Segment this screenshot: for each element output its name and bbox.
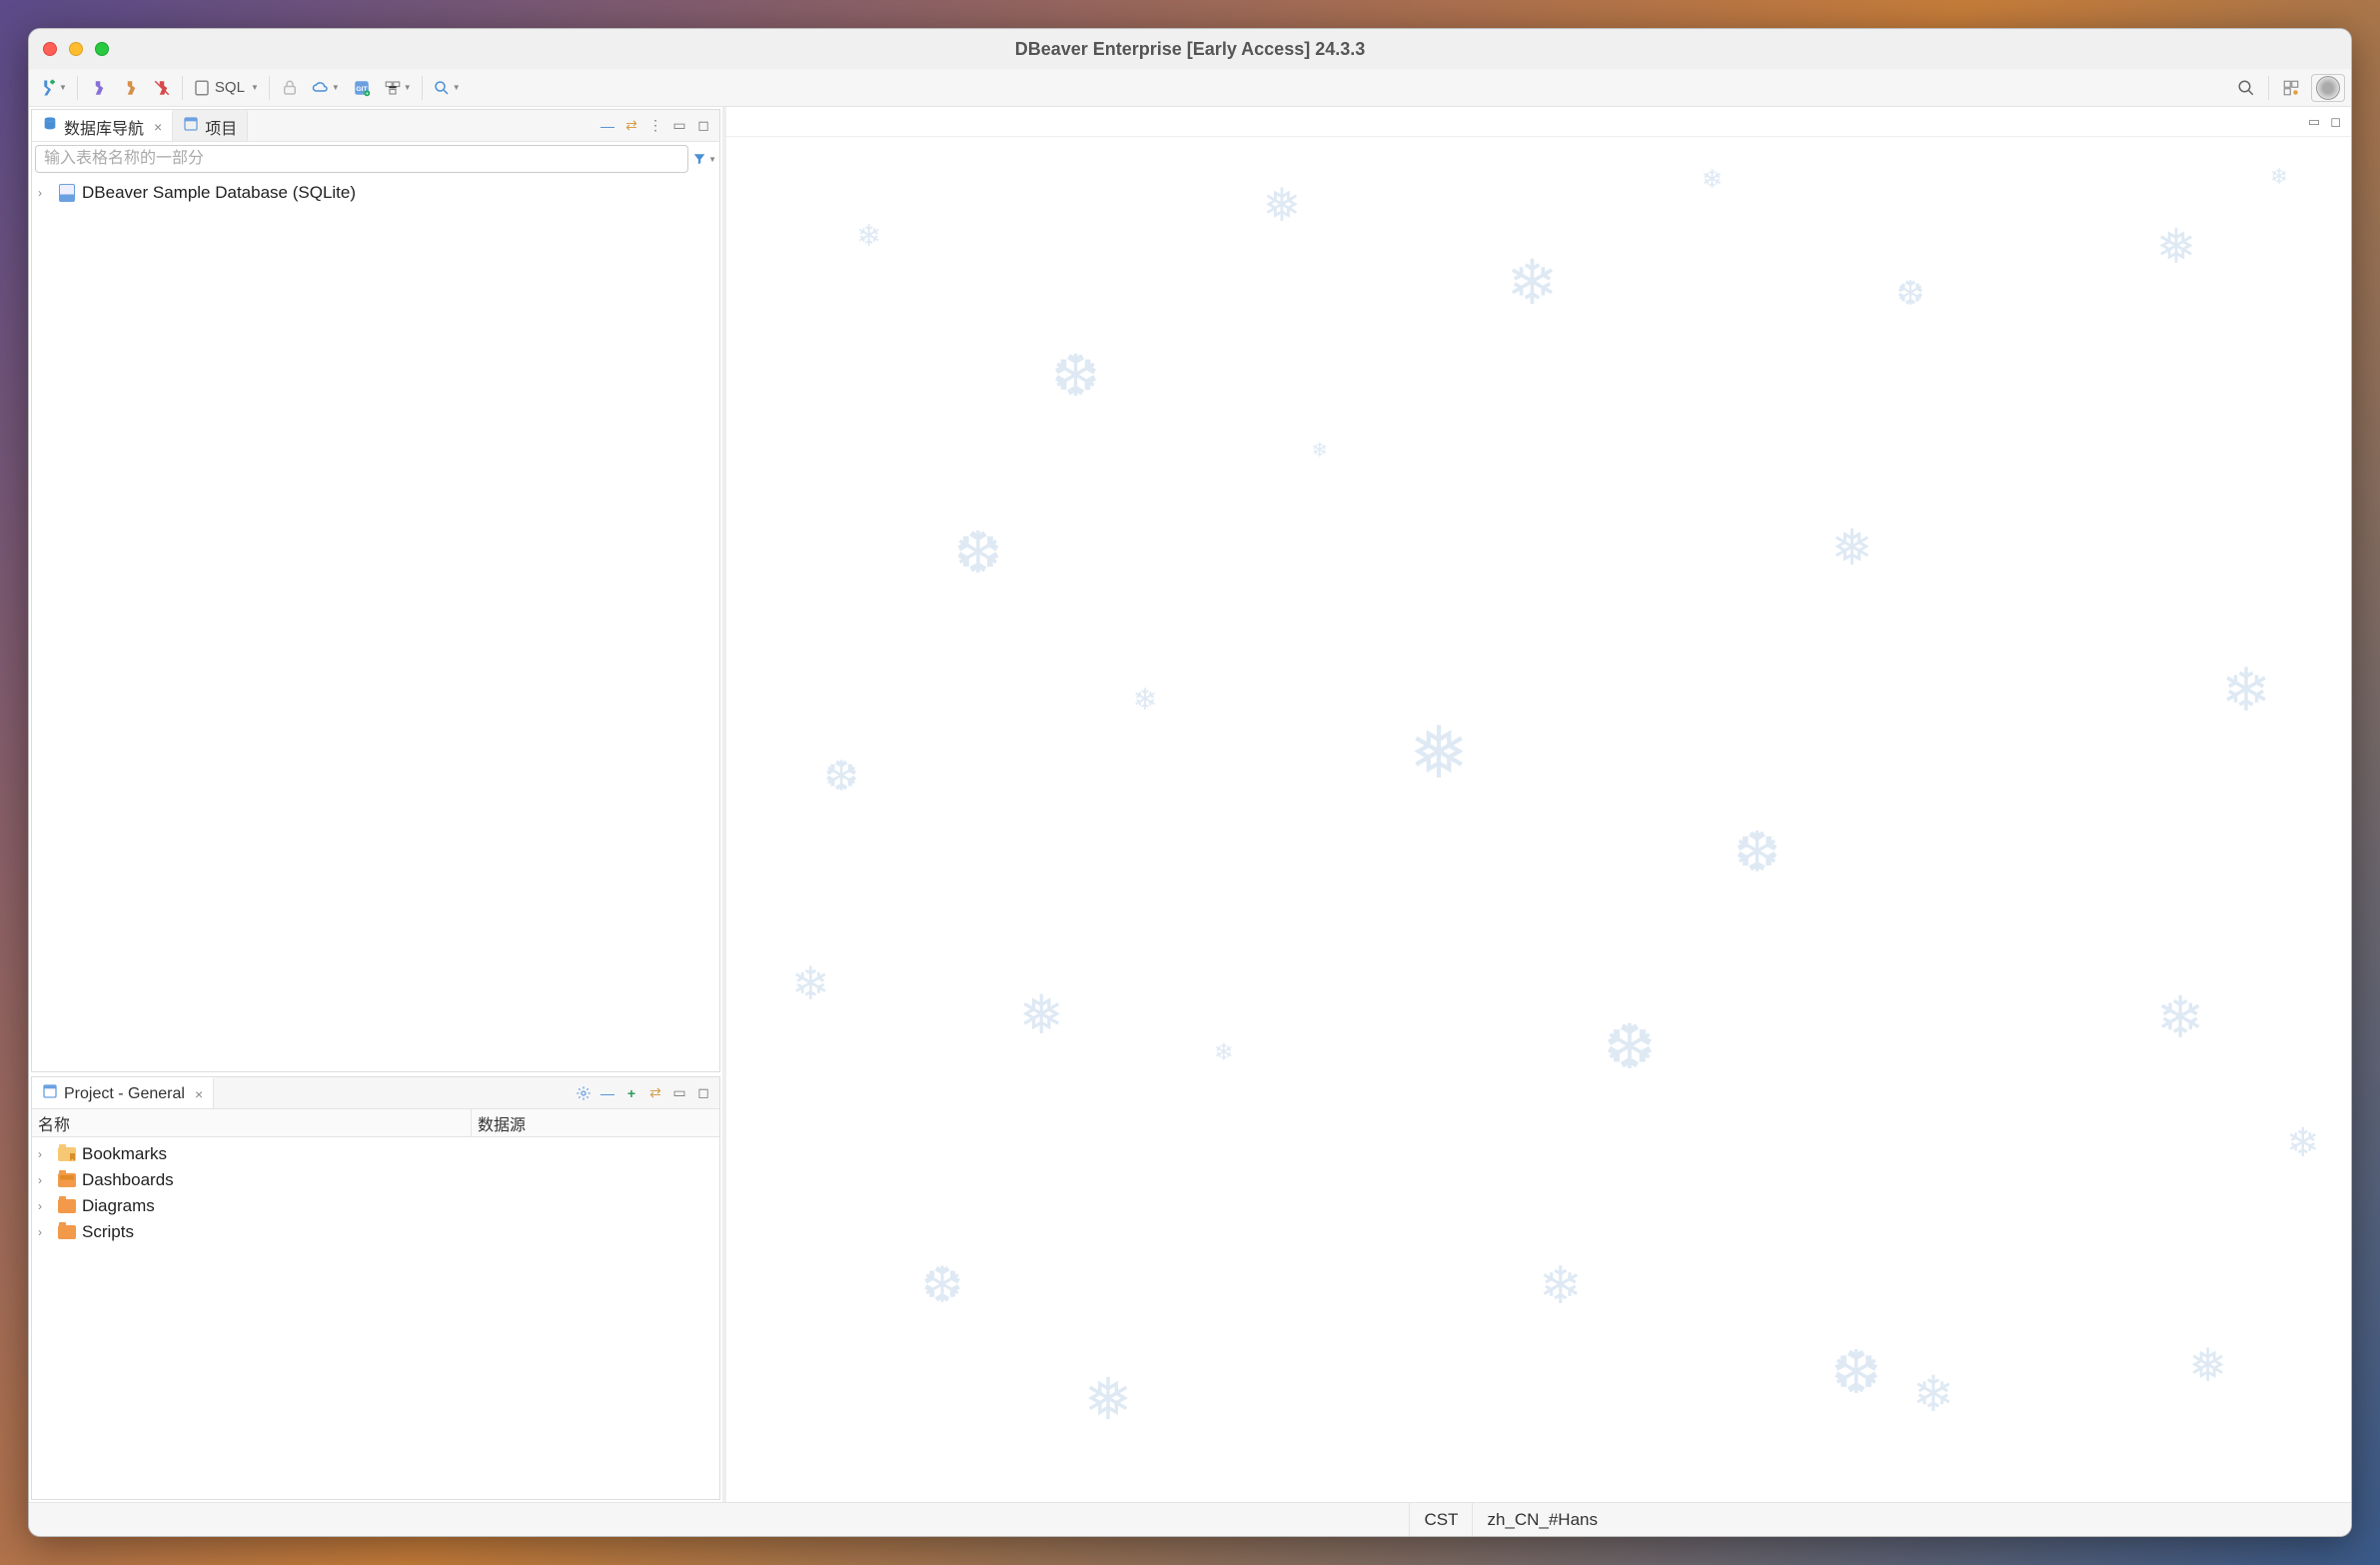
status-locale[interactable]: zh_CN_#Hans [1472, 1503, 1612, 1536]
folder-dashboards-icon [58, 1171, 76, 1189]
schema-button[interactable]: ▼ [380, 74, 416, 102]
main-toolbar: ▼ SQL ▼ ▼ GIT+ ▼ [29, 69, 2351, 107]
cloud-button[interactable]: ▼ [308, 74, 344, 102]
open-perspective-button[interactable] [2277, 74, 2305, 102]
navigator-tabrow: 数据库导航 × 项目 — ⇄ ⋮ ▭ ◻ [32, 110, 719, 142]
project-columns: 名称 数据源 [32, 1109, 719, 1137]
expand-icon[interactable]: › [38, 186, 52, 200]
tree-item-dashboards[interactable]: › Dashboards [34, 1167, 717, 1193]
avatar-icon [2316, 76, 2340, 100]
git-button[interactable]: GIT+ [348, 74, 376, 102]
maximize-panel-icon[interactable]: ◻ [695, 1085, 711, 1101]
sql-label: SQL [215, 79, 245, 96]
window-title: DBeaver Enterprise [Early Access] 24.3.3 [29, 39, 2351, 60]
maximize-panel-icon[interactable]: ◻ [695, 118, 711, 134]
view-menu-icon[interactable]: ⋮ [647, 118, 663, 134]
editor-area: ▭ ◻ ❄ ❆ ❅ ❄ ❄ ❆ ❅ ❄ ❆ ❄ ❅ ❆ ❄ ❅ ❄ ❆ ❄ [726, 107, 2351, 1502]
add-icon[interactable]: + [623, 1085, 639, 1101]
statusbar: CST zh_CN_#Hans [29, 1502, 2351, 1536]
snowflake-background: ❄ ❆ ❅ ❄ ❄ ❆ ❅ ❄ ❆ ❄ ❅ ❆ ❄ ❅ ❄ ❆ ❄ ❅ ❄ ❆ [726, 137, 2351, 1502]
tree-item-label: Scripts [82, 1222, 134, 1242]
link-editor-icon[interactable]: ⇄ [623, 118, 639, 134]
lock-button[interactable] [276, 74, 304, 102]
workbench-body: 数据库导航 × 项目 — ⇄ ⋮ ▭ ◻ [29, 107, 2351, 1502]
titlebar: DBeaver Enterprise [Early Access] 24.3.3 [29, 29, 2351, 69]
tree-item-sample-db[interactable]: › DBeaver Sample Database (SQLite) [34, 180, 717, 206]
expand-icon[interactable]: › [38, 1173, 52, 1187]
collapse-icon[interactable]: — [599, 118, 615, 134]
global-search-button[interactable] [2232, 74, 2260, 102]
minimize-panel-icon[interactable]: ▭ [671, 118, 687, 134]
tab-project-general[interactable]: Project - General × [32, 1077, 214, 1108]
status-timezone[interactable]: CST [1409, 1503, 1472, 1536]
collapse-icon[interactable]: — [599, 1085, 615, 1101]
project-tree: › Bookmarks › Dashboards › Diagrams [32, 1137, 719, 1499]
column-datasource[interactable]: 数据源 [472, 1109, 719, 1136]
expand-icon[interactable]: › [38, 1199, 52, 1213]
tree-item-bookmarks[interactable]: › Bookmarks [34, 1141, 717, 1167]
filter-icon[interactable]: ▼ [692, 150, 716, 168]
maximize-editor-icon[interactable]: ◻ [2330, 114, 2341, 130]
search-button[interactable]: ▼ [429, 74, 465, 102]
tree-item-diagrams[interactable]: › Diagrams [34, 1193, 717, 1219]
tree-item-label: Bookmarks [82, 1144, 167, 1164]
tab-projects[interactable]: 项目 [173, 110, 248, 141]
minimize-panel-icon[interactable]: ▭ [671, 1085, 687, 1101]
sql-editor-button[interactable]: SQL ▼ [189, 74, 263, 102]
disconnect-button[interactable] [116, 74, 144, 102]
application-window: DBeaver Enterprise [Early Access] 24.3.3… [28, 28, 2352, 1537]
configure-icon[interactable] [576, 1085, 592, 1101]
connect-button[interactable] [84, 74, 112, 102]
close-tab-icon[interactable]: × [154, 119, 162, 135]
svg-text:+: + [365, 91, 369, 97]
database-icon [42, 116, 58, 137]
navigator-tree: › DBeaver Sample Database (SQLite) [32, 176, 719, 1071]
user-avatar[interactable] [2311, 74, 2345, 102]
tree-item-scripts[interactable]: › Scripts [34, 1219, 717, 1245]
database-navigator-panel: 数据库导航 × 项目 — ⇄ ⋮ ▭ ◻ [31, 109, 720, 1072]
folder-diagrams-icon [58, 1197, 76, 1215]
filter-input[interactable] [35, 145, 688, 173]
tree-item-label: Diagrams [82, 1196, 155, 1216]
tab-label: 项目 [205, 115, 237, 139]
left-sidebar: 数据库导航 × 项目 — ⇄ ⋮ ▭ ◻ [29, 107, 726, 1502]
folder-bookmarks-icon [58, 1145, 76, 1163]
column-name[interactable]: 名称 [32, 1109, 472, 1136]
project-general-panel: Project - General × — + ⇄ ▭ ◻ [31, 1076, 720, 1500]
projects-icon [183, 116, 199, 137]
new-connection-button[interactable]: ▼ [35, 74, 71, 102]
tree-item-label: Dashboards [82, 1170, 174, 1190]
project-icon [42, 1083, 58, 1104]
expand-icon[interactable]: › [38, 1147, 52, 1161]
tab-label: Project - General [64, 1085, 185, 1103]
tab-database-navigator[interactable]: 数据库导航 × [32, 110, 173, 141]
folder-scripts-icon [58, 1223, 76, 1241]
project-tabrow: Project - General × — + ⇄ ▭ ◻ [32, 1077, 719, 1109]
sqlite-icon [58, 184, 76, 202]
link-editor-icon[interactable]: ⇄ [647, 1085, 663, 1101]
filter-row: ▼ [32, 142, 719, 176]
expand-icon[interactable]: › [38, 1225, 52, 1239]
tree-item-label: DBeaver Sample Database (SQLite) [82, 183, 356, 203]
tab-label: 数据库导航 [64, 115, 144, 139]
disconnect-all-button[interactable] [148, 74, 176, 102]
close-tab-icon[interactable]: × [195, 1086, 203, 1102]
editor-tab-controls: ▭ ◻ [726, 107, 2351, 137]
minimize-editor-icon[interactable]: ▭ [2308, 114, 2320, 130]
